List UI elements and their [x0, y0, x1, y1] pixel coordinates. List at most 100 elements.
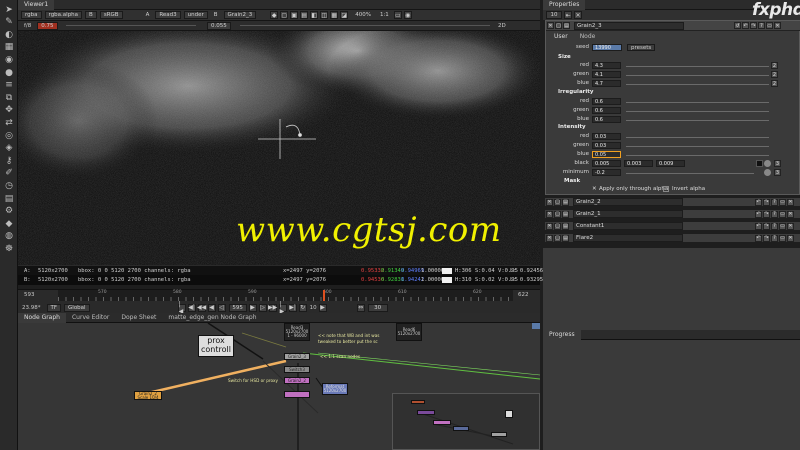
input-a-select[interactable]: Read3 — [155, 11, 181, 19]
node-name-field[interactable]: Grain2_3 — [574, 21, 684, 30]
float-icon[interactable]: ▢ — [555, 22, 562, 29]
close-panel-icon[interactable]: ✕ — [787, 210, 794, 218]
help-icon[interactable]: ? — [771, 210, 778, 218]
irr-green-input[interactable]: 0.6 — [592, 107, 621, 114]
node-read3[interactable]: Read3 5120x2700 1 - 96000 — [284, 323, 310, 341]
irr-green-slider[interactable] — [626, 111, 769, 112]
filter-icon[interactable]: ◈ — [3, 143, 15, 155]
cursor-icon[interactable]: ➤ — [3, 4, 15, 16]
last-frame-icon[interactable]: ▶| — [288, 303, 297, 312]
grid-icon[interactable]: ▤ — [3, 193, 15, 205]
ratio-select[interactable]: 1:1 — [377, 11, 392, 19]
zoom-select[interactable]: 400% — [352, 11, 374, 19]
channel-b-select[interactable]: B — [85, 11, 97, 19]
redo-icon[interactable]: ↷ — [750, 22, 757, 29]
roi-icon[interactable]: ▢ — [280, 11, 289, 19]
sub-node-2[interactable] — [417, 410, 435, 415]
input-b-select[interactable]: Grain2_3 — [223, 11, 257, 19]
tab-node-graph[interactable]: Node Graph — [18, 312, 66, 323]
help-icon[interactable]: ? — [758, 22, 765, 29]
pencil-icon[interactable]: ✎ — [3, 17, 15, 29]
int-red-slider[interactable] — [626, 137, 769, 138]
clip-icon[interactable]: ▤ — [300, 11, 309, 19]
undo-icon[interactable]: ↶ — [755, 210, 762, 218]
lock-icon[interactable]: ◆ — [270, 11, 279, 19]
colorspace-select[interactable]: sRGB — [99, 11, 123, 19]
minimize-icon[interactable]: ▭ — [779, 198, 786, 206]
help-icon[interactable]: ? — [771, 234, 778, 242]
int-green-slider[interactable] — [626, 146, 769, 147]
color-icon[interactable]: ▤ — [562, 222, 569, 230]
forward-icon[interactable]: ▶▶ — [268, 303, 277, 312]
gain-slider[interactable] — [66, 25, 196, 26]
sub-node-1[interactable] — [411, 400, 425, 404]
tab-viewer1[interactable]: Viewer1 — [18, 0, 55, 10]
shuffle-icon[interactable]: ⇄ — [3, 117, 15, 129]
node-grain2-2[interactable]: Grain2_2 — [284, 377, 310, 384]
float-icon[interactable]: ▢ — [554, 234, 561, 242]
timeline-end[interactable]: 622 — [518, 292, 529, 298]
gear-icon[interactable]: ⚙ — [3, 206, 15, 218]
node-graph-canvas[interactable]: prox controll Read3 5120x2700 1 - 96000 … — [18, 323, 540, 450]
sub-node-6[interactable] — [505, 410, 513, 418]
irr-blue-slider[interactable] — [626, 120, 769, 121]
node-read6[interactable]: Read6 5120x2700 — [396, 323, 422, 341]
collapsed-grain2-1[interactable]: ✕ ▢ ▤ Grain2_1 ↶ ↷ ? ▭ ✕ — [545, 209, 800, 219]
redo-icon[interactable]: ↷ — [763, 222, 770, 230]
layers-icon[interactable]: ≡ — [3, 80, 15, 92]
end-field[interactable]: 30 — [367, 303, 388, 312]
playhead[interactable] — [323, 290, 325, 301]
size-blue-input[interactable]: 4.7 — [592, 80, 621, 87]
apply-alpha-checkbox[interactable]: ✕ — [592, 186, 597, 192]
guides-icon[interactable]: ▦ — [330, 11, 339, 19]
collapsed-name-constant1[interactable]: Constant1 — [573, 222, 683, 230]
step-back-icon[interactable]: ◀ — [207, 303, 216, 312]
int-red-input[interactable]: 0.03 — [592, 133, 621, 140]
sub-node-5[interactable] — [491, 432, 507, 437]
size-red-slider[interactable] — [626, 66, 769, 67]
transform-icon[interactable]: ✥ — [3, 105, 15, 117]
gamma-field[interactable]: 0.055 — [207, 22, 231, 30]
undo-icon[interactable]: ↶ — [755, 198, 762, 206]
revert-icon[interactable]: ↺ — [734, 22, 741, 29]
first-frame-icon[interactable]: |◀ — [177, 301, 186, 315]
collapsed-constant1[interactable]: ✕ ▢ ▤ Constant1 ↶ ↷ ? ▭ ✕ — [545, 221, 800, 231]
gain-field[interactable]: 0.75 — [37, 21, 58, 30]
irr-red-input[interactable]: 0.6 — [592, 98, 621, 105]
step-forward10-icon[interactable]: ▶ — [318, 303, 327, 312]
minimize-icon[interactable]: ▭ — [779, 222, 786, 230]
size-green-badge[interactable]: 2 — [771, 71, 778, 78]
back-icon[interactable]: ◀◀ — [197, 303, 206, 312]
mask-icon[interactable]: ◪ — [340, 11, 349, 19]
time-icon[interactable]: ◷ — [3, 180, 15, 192]
redo-icon[interactable]: ↷ — [763, 210, 770, 218]
color-icon[interactable]: ▤ — [563, 22, 570, 29]
black-swatch[interactable] — [756, 160, 763, 167]
black-r-input[interactable]: 0.005 — [592, 160, 621, 167]
tab-user[interactable]: User — [548, 32, 574, 41]
undo-icon[interactable]: ↶ — [742, 22, 749, 29]
float-icon[interactable]: ▢ — [554, 210, 561, 218]
minimize-icon[interactable]: ▭ — [766, 22, 773, 29]
gradient-icon[interactable]: ◐ — [3, 29, 15, 41]
globe-icon[interactable]: ◍ — [3, 231, 15, 243]
backdrop-subgraph[interactable] — [392, 393, 540, 450]
size-green-input[interactable]: 4.1 — [592, 71, 621, 78]
undo-icon[interactable]: ↶ — [755, 234, 762, 242]
close-icon[interactable]: ✕ — [546, 210, 553, 218]
size-blue-slider[interactable] — [626, 84, 769, 85]
close-panel-icon[interactable]: ✕ — [787, 222, 794, 230]
stereo-icon[interactable]: ◉ — [403, 11, 412, 19]
compare-mode-select[interactable]: under — [183, 11, 208, 19]
seed-input[interactable]: 13990 — [592, 44, 622, 51]
proxy-icon[interactable]: ▣ — [290, 11, 299, 19]
gamma-slider[interactable] — [240, 25, 490, 26]
node-grain-left[interactable]: Grain2_2 Scale 10/4 — [134, 391, 162, 400]
sub-node-3[interactable] — [433, 420, 451, 425]
step-field[interactable]: 10 — [310, 305, 317, 311]
close-icon[interactable]: ✕ — [547, 22, 554, 29]
tab-properties[interactable]: Properties — [543, 0, 586, 10]
fps-field[interactable]: 23.98* — [22, 305, 41, 311]
undo-icon[interactable]: ↶ — [755, 222, 762, 230]
play-back-icon[interactable]: ◁ — [217, 303, 226, 312]
